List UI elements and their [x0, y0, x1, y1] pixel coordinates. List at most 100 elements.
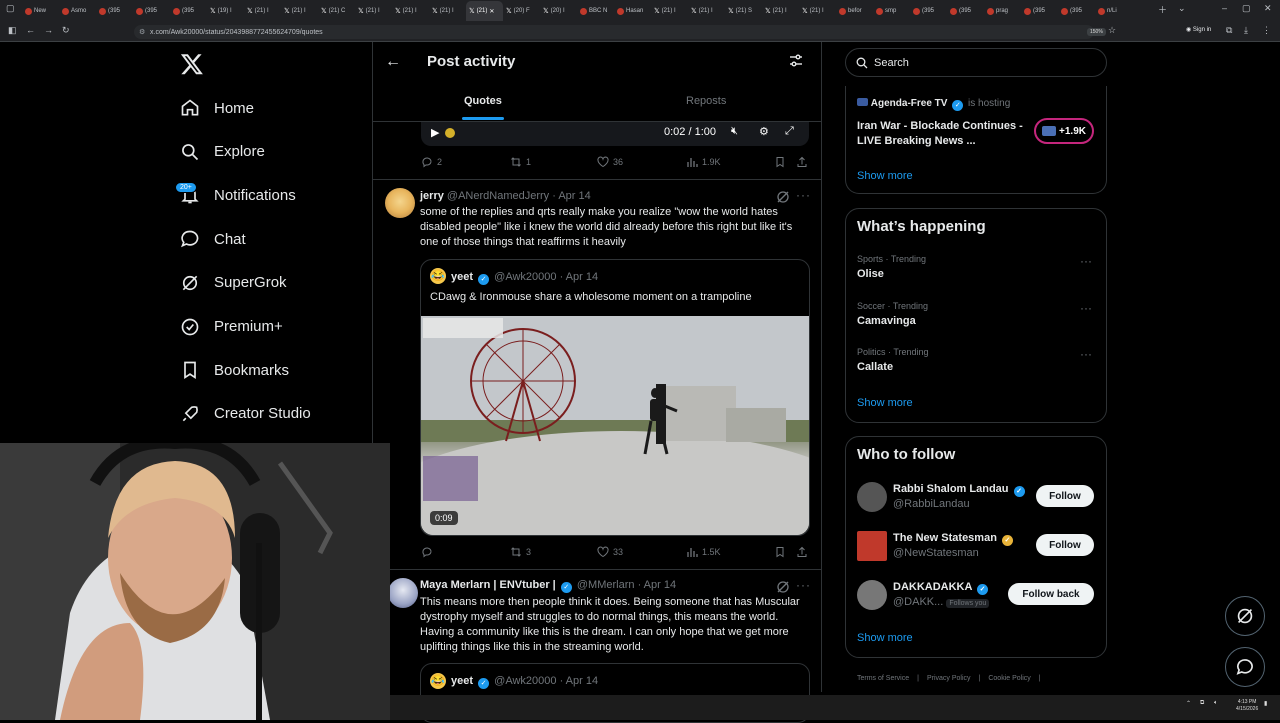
- browser-tab[interactable]: (395: [947, 1, 984, 21]
- tray-chevron-icon[interactable]: ⌃: [1186, 700, 1191, 707]
- site-info-icon[interactable]: ⚙: [139, 28, 145, 36]
- x-logo-icon[interactable]: [180, 52, 204, 76]
- repost-button[interactable]: 1: [510, 156, 531, 168]
- bookmark-button[interactable]: [774, 156, 786, 168]
- cookie-link[interactable]: Cookie Policy: [988, 675, 1030, 682]
- tray-network-icon[interactable]: ⧉: [1200, 700, 1204, 707]
- grok-icon[interactable]: [776, 580, 790, 594]
- terms-link[interactable]: Terms of Service: [857, 675, 909, 682]
- follow-button[interactable]: Follow back: [1008, 583, 1094, 605]
- zoom-indicator[interactable]: 150%: [1087, 28, 1106, 36]
- views-button[interactable]: 1.9K: [686, 156, 721, 168]
- nav-item-notifications[interactable]: Notifications: [180, 180, 296, 210]
- maximize-icon[interactable]: ▢: [1242, 3, 1251, 14]
- live-listeners-button[interactable]: +1.9K: [1034, 118, 1094, 144]
- browser-tab[interactable]: 𝕏 (21) I: [429, 1, 466, 21]
- bookmark-button[interactable]: [774, 546, 786, 558]
- like-button[interactable]: 36: [597, 156, 623, 168]
- nav-item-bookmarks[interactable]: Bookmarks: [180, 355, 289, 385]
- search-input[interactable]: Search: [845, 48, 1107, 77]
- quoted-author[interactable]: yeet ✓ @Awk20000 · Apr 14: [451, 271, 598, 285]
- browser-tab[interactable]: New: [22, 1, 59, 21]
- grok-fab-button[interactable]: [1225, 596, 1265, 636]
- grok-icon[interactable]: [776, 190, 790, 204]
- mute-icon[interactable]: 🔇︎: [731, 125, 738, 138]
- privacy-link[interactable]: Privacy Policy: [927, 675, 971, 682]
- more-options-icon[interactable]: ···: [796, 188, 811, 202]
- extensions-icon[interactable]: ⧉: [1226, 25, 1232, 36]
- browser-tab[interactable]: 𝕏 (19) I: [207, 1, 244, 21]
- video-settings-icon[interactable]: ⚙: [759, 125, 769, 138]
- browser-tab[interactable]: n/Li: [1095, 1, 1132, 21]
- video-media[interactable]: [421, 316, 809, 535]
- browser-tab[interactable]: 𝕏 (21) ✕: [466, 1, 503, 21]
- browser-tab[interactable]: smp: [873, 1, 910, 21]
- browser-tab[interactable]: 𝕏 (20) I: [540, 1, 577, 21]
- reload-icon[interactable]: ↻: [62, 25, 70, 36]
- nav-item-premium[interactable]: Premium+: [180, 312, 283, 342]
- bookmark-star-icon[interactable]: ☆: [1108, 25, 1116, 36]
- browser-tab[interactable]: 𝕏 (21) I: [799, 1, 836, 21]
- browser-tab[interactable]: Hasan: [614, 1, 651, 21]
- avatar[interactable]: [385, 188, 415, 218]
- tab-reposts[interactable]: Reposts: [686, 95, 726, 107]
- share-button[interactable]: [796, 546, 808, 558]
- post-author[interactable]: jerry @ANerdNamedJerry · Apr 14: [420, 190, 591, 202]
- follow-button[interactable]: Follow: [1036, 485, 1094, 507]
- show-more-link[interactable]: Show more: [857, 170, 913, 182]
- sign-in-button[interactable]: ◉ Sign in: [1186, 26, 1211, 33]
- browser-tab[interactable]: 𝕏 (21) I: [281, 1, 318, 21]
- nav-item-home[interactable]: Home: [180, 93, 254, 123]
- browser-tab[interactable]: BBC N: [577, 1, 614, 21]
- play-icon[interactable]: ▶: [431, 126, 439, 139]
- close-tab-icon[interactable]: ✕: [489, 8, 494, 15]
- live-title[interactable]: Iran War - Blockade Continues - LIVE Bre…: [857, 119, 1027, 149]
- browser-tab[interactable]: 𝕏 (21) I: [244, 1, 281, 21]
- reply-button[interactable]: [421, 546, 437, 558]
- tab-menu-icon[interactable]: ⌄: [1178, 3, 1186, 14]
- browser-tab[interactable]: Asmo: [59, 1, 96, 21]
- browser-tab[interactable]: (395: [1058, 1, 1095, 21]
- chat-fab-button[interactable]: [1225, 647, 1265, 687]
- back-icon[interactable]: ←: [26, 25, 35, 35]
- nav-item-supergrok[interactable]: SuperGrok: [180, 268, 287, 298]
- tray-clock[interactable]: 4:13 PM 4/15/2026: [1236, 699, 1258, 713]
- browser-tab[interactable]: (395: [910, 1, 947, 21]
- browser-tab[interactable]: 𝕏 (21) I: [355, 1, 392, 21]
- browser-tab[interactable]: (395: [1021, 1, 1058, 21]
- browser-tab[interactable]: prag: [984, 1, 1021, 21]
- show-more-link[interactable]: Show more: [857, 632, 913, 644]
- repost-button[interactable]: 3: [510, 546, 531, 558]
- sidebar-toggle-icon[interactable]: ◧: [8, 25, 17, 36]
- filter-settings-icon[interactable]: [788, 53, 804, 69]
- nav-item-explore[interactable]: Explore: [180, 137, 265, 167]
- browser-tab[interactable]: 𝕏 (20) F: [503, 1, 540, 21]
- browser-tab[interactable]: (395: [170, 1, 207, 21]
- browser-tab[interactable]: befor: [836, 1, 873, 21]
- reply-button[interactable]: 2: [421, 156, 442, 168]
- new-tab-icon[interactable]: ＋: [1158, 3, 1167, 16]
- browser-tab[interactable]: 𝕏 (21) I: [688, 1, 725, 21]
- address-bar[interactable]: ⚙ x.com/Awk20000/status/2043988772455624…: [134, 25, 1094, 39]
- tab-quotes[interactable]: Quotes: [464, 95, 502, 107]
- tray-notification-icon[interactable]: ▮: [1264, 700, 1267, 707]
- browser-tab[interactable]: 𝕏 (21) I: [651, 1, 688, 21]
- more-options-icon[interactable]: ···: [1080, 301, 1092, 315]
- more-options-icon[interactable]: ···: [1080, 254, 1092, 268]
- like-button[interactable]: 33: [597, 546, 623, 558]
- follow-button[interactable]: Follow: [1036, 534, 1094, 556]
- browser-tab[interactable]: 𝕏 (21) I: [392, 1, 429, 21]
- share-button[interactable]: [796, 156, 808, 168]
- back-arrow-icon[interactable]: ←: [385, 53, 401, 71]
- nav-item-creator-studio[interactable]: Creator Studio: [180, 399, 311, 429]
- tray-volume-icon[interactable]: 🔈︎: [1214, 700, 1218, 707]
- video-player-controls[interactable]: ▶ 0:02 / 1:00 🔇︎ ⚙ ⤢: [421, 122, 809, 146]
- close-window-icon[interactable]: ✕: [1264, 3, 1272, 14]
- more-options-icon[interactable]: ···: [796, 578, 811, 592]
- quoted-author[interactable]: yeet ✓ @Awk20000 · Apr 14: [451, 675, 598, 689]
- download-icon[interactable]: ⤓: [1244, 25, 1248, 36]
- minimize-icon[interactable]: –: [1222, 3, 1227, 13]
- post-author[interactable]: Maya Merlarn | ENVtuber | ✓ @MMerlarn · …: [420, 579, 676, 593]
- browser-tab[interactable]: 𝕏 (21) I: [762, 1, 799, 21]
- avatar[interactable]: [388, 578, 418, 608]
